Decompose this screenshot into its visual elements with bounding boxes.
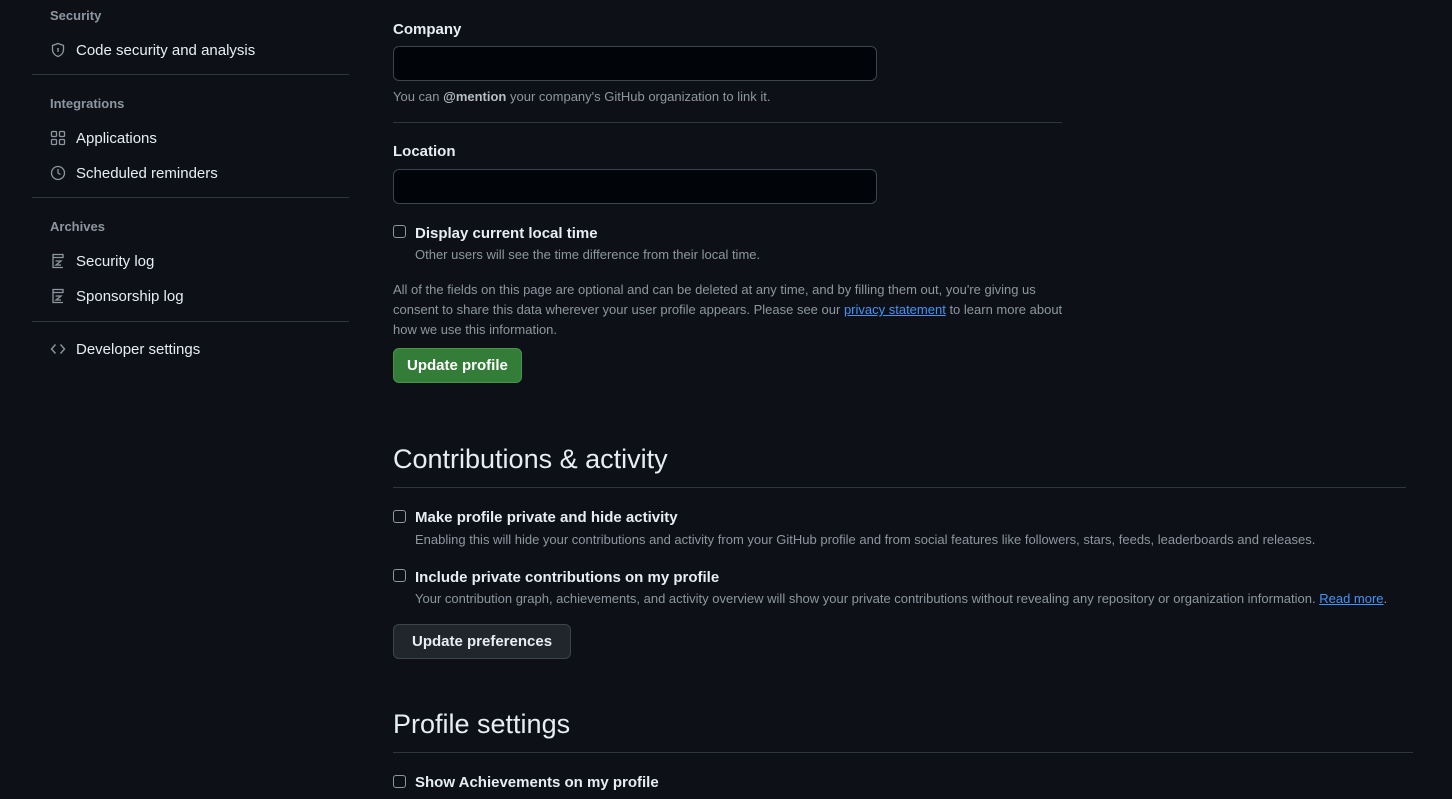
sidebar-item-label: Code security and analysis — [76, 41, 256, 59]
show-achievements-checkbox[interactable] — [393, 775, 406, 788]
sidebar-item-label: Applications — [76, 129, 157, 147]
location-label: Location — [393, 143, 456, 160]
shield-icon — [50, 42, 66, 58]
read-more-link[interactable]: Read more — [1319, 591, 1383, 606]
sidebar-item-code-security[interactable]: Code security and analysis — [50, 36, 255, 64]
contributions-section-title: Contributions & activity — [393, 444, 668, 474]
local-time-description: Other users will see the time difference… — [415, 247, 761, 262]
sidebar-group-integrations-title: Integrations — [50, 96, 125, 111]
private-contributions-desc-text: Your contribution graph, achievements, a… — [415, 591, 1316, 606]
log-icon — [50, 253, 66, 269]
private-contributions-checkbox[interactable] — [393, 569, 406, 582]
sidebar-item-label: Developer settings — [76, 340, 201, 358]
privacy-statement-link[interactable]: privacy statement — [844, 302, 946, 317]
private-profile-checkbox[interactable] — [393, 510, 406, 523]
sidebar-divider — [32, 197, 349, 198]
company-note-suffix: your company's GitHub organization to li… — [510, 89, 771, 104]
sidebar-divider — [32, 74, 349, 75]
update-profile-button[interactable]: Update profile — [393, 348, 522, 383]
log-icon — [50, 288, 66, 304]
sidebar-item-label: Sponsorship log — [76, 287, 184, 305]
private-profile-label: Make profile private and hide activity — [415, 509, 678, 526]
private-contributions-description: Your contribution graph, achievements, a… — [415, 591, 1387, 606]
code-icon — [50, 341, 66, 357]
private-contributions-label: Include private contributions on my prof… — [415, 569, 720, 586]
company-label: Company — [393, 21, 462, 38]
privacy-disclaimer: All of the fields on this page are optio… — [393, 280, 1063, 340]
company-note-prefix: You can — [393, 89, 440, 104]
company-note-mention: @mention — [443, 89, 507, 104]
private-profile-description: Enabling this will hide your contributio… — [415, 532, 1316, 547]
read-more-suffix: . — [1383, 591, 1388, 606]
sidebar-item-scheduled-reminders[interactable]: Scheduled reminders — [50, 159, 218, 187]
sidebar-item-applications[interactable]: Applications — [50, 124, 157, 152]
apps-grid-icon — [50, 130, 66, 146]
profile-settings-section-title: Profile settings — [393, 709, 571, 739]
section-divider — [393, 752, 1413, 753]
company-input[interactable] — [393, 46, 877, 81]
clock-icon — [50, 165, 66, 181]
sidebar-group-archives-title: Archives — [50, 219, 105, 234]
sidebar-item-label: Scheduled reminders — [76, 164, 218, 182]
sidebar-item-sponsorship-log[interactable]: Sponsorship log — [50, 282, 184, 310]
sidebar-item-label: Security log — [76, 252, 155, 270]
local-time-checkbox[interactable] — [393, 225, 406, 238]
company-note: You can @mention your company's GitHub o… — [393, 89, 770, 104]
sidebar-group-security-title: Security — [50, 8, 102, 23]
update-preferences-button[interactable]: Update preferences — [393, 624, 572, 659]
local-time-label: Display current local time — [415, 225, 598, 242]
location-input[interactable] — [393, 169, 877, 204]
show-achievements-label: Show Achievements on my profile — [415, 774, 659, 791]
section-divider — [393, 487, 1406, 488]
section-divider — [393, 122, 1062, 123]
sidebar-divider — [32, 321, 349, 322]
sidebar-item-security-log[interactable]: Security log — [50, 247, 154, 275]
sidebar-item-developer-settings[interactable]: Developer settings — [50, 335, 200, 363]
